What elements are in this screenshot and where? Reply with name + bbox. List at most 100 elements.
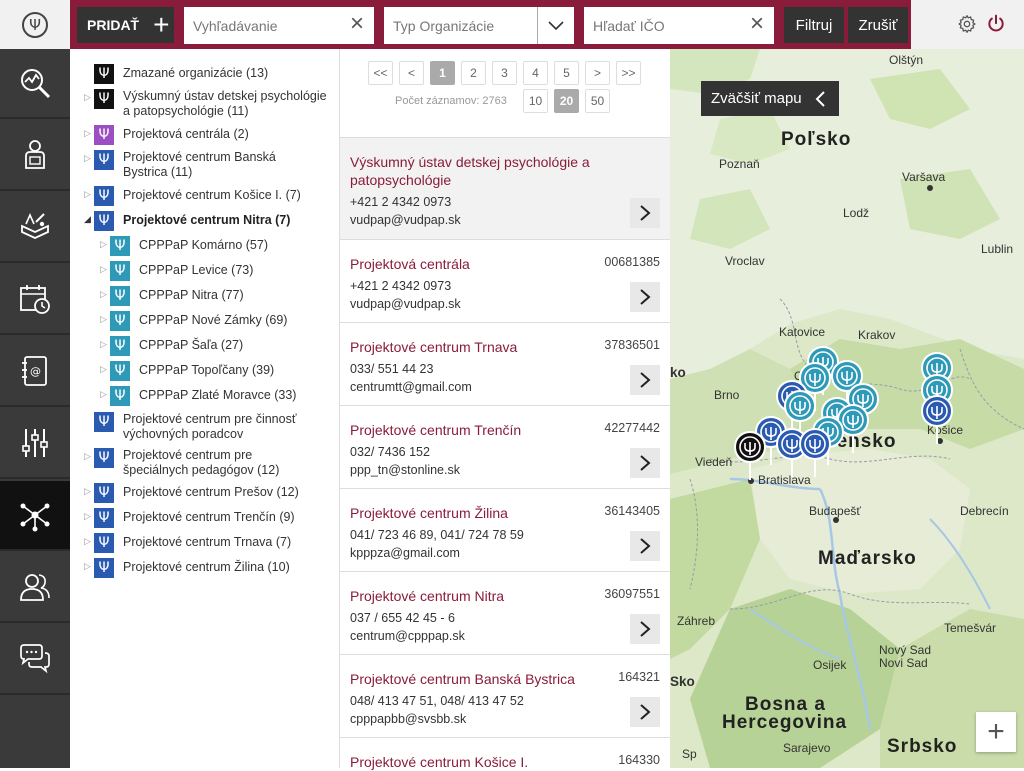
add-button[interactable]: PRIDAŤ + bbox=[77, 7, 174, 43]
expand-arrow-icon[interactable]: ▷ bbox=[84, 451, 94, 462]
nav-messages[interactable] bbox=[0, 625, 70, 695]
tree-item-sala[interactable]: ▷ Ψ CPPPaP Šaľa (27) bbox=[100, 336, 243, 356]
tree-item-trencin[interactable]: ▷ Ψ Projektové centrum Trenčín (9) bbox=[84, 508, 295, 528]
chevron-right-icon[interactable] bbox=[630, 697, 660, 727]
record-title[interactable]: Projektové centrum Nitra bbox=[350, 587, 504, 605]
first-page-button[interactable]: << bbox=[368, 61, 393, 85]
clear-search-icon[interactable]: × bbox=[350, 12, 364, 36]
nav-calendar[interactable] bbox=[0, 265, 70, 335]
list-item[interactable]: Projektové centrum Trenčín 42277442 032/… bbox=[340, 405, 670, 488]
prev-page-button[interactable]: < bbox=[399, 61, 424, 85]
list-item[interactable]: Projektová centrála 00681385 +421 2 4342… bbox=[340, 239, 670, 322]
tree-item-kosice[interactable]: ▷ Ψ Projektové centrum Košice I. (7) bbox=[84, 186, 301, 206]
record-title[interactable]: Projektové centrum Trnava bbox=[350, 338, 517, 356]
nav-profile[interactable] bbox=[0, 121, 70, 191]
next-page-button[interactable]: > bbox=[585, 61, 610, 85]
calendar-clock-icon bbox=[20, 285, 50, 314]
tree-item-presov[interactable]: ▷ Ψ Projektové centrum Prešov (12) bbox=[84, 483, 299, 503]
tree-item-banska-bystrica[interactable]: ▷ Ψ Projektové centrum Banská Bystrica (… bbox=[84, 150, 313, 180]
nav-books[interactable] bbox=[0, 193, 70, 263]
tree-item-trnava[interactable]: ▷ Ψ Projektové centrum Trnava (7) bbox=[84, 533, 291, 553]
map-marker[interactable] bbox=[799, 428, 831, 478]
record-ico: 42277442 bbox=[604, 421, 660, 435]
tree-item-vychovni-poradcovia[interactable]: Ψ Projektové centrum pre činnosť výchovn… bbox=[84, 412, 323, 442]
list-item[interactable]: Projektové centrum Žilina 36143405 041/ … bbox=[340, 488, 670, 571]
page-button-4[interactable]: 4 bbox=[523, 61, 548, 85]
map-marker[interactable] bbox=[921, 395, 953, 445]
tree-item-nitra[interactable]: ◢ Ψ Projektové centrum Nitra (7) bbox=[84, 211, 290, 231]
record-title[interactable]: Projektová centrála bbox=[350, 255, 470, 273]
nav-contacts[interactable]: @ bbox=[0, 337, 70, 407]
expand-arrow-icon[interactable]: ▷ bbox=[100, 314, 110, 325]
list-item[interactable]: Projektové centrum Košice I. 164330 bbox=[340, 737, 670, 771]
expand-arrow-icon[interactable]: ▷ bbox=[100, 239, 110, 250]
tree-item-specialni-pedagogovia[interactable]: ▷ Ψ Projektové centrum pre špeciálnych p… bbox=[84, 448, 313, 478]
nav-users[interactable] bbox=[0, 553, 70, 623]
record-title[interactable]: Výskumný ústav detskej psychológie a pat… bbox=[350, 153, 610, 189]
list-item[interactable]: Projektové centrum Nitra 36097551 037 / … bbox=[340, 571, 670, 654]
organization-type-select[interactable]: Typ Organizácie bbox=[384, 7, 574, 44]
expand-arrow-icon[interactable]: ▷ bbox=[84, 128, 94, 139]
expand-arrow-icon[interactable]: ▷ bbox=[84, 189, 94, 200]
expand-arrow-icon[interactable]: ▷ bbox=[84, 153, 94, 164]
page-button-3[interactable]: 3 bbox=[492, 61, 517, 85]
map-marker[interactable] bbox=[734, 431, 766, 481]
tree-item-levice[interactable]: ▷ Ψ CPPPaP Levice (73) bbox=[100, 261, 253, 281]
last-page-button[interactable]: >> bbox=[616, 61, 641, 85]
chevron-right-icon[interactable] bbox=[630, 614, 660, 644]
filter-button[interactable]: Filtruj bbox=[784, 7, 844, 43]
record-title[interactable]: Projektové centrum Košice I. bbox=[350, 753, 528, 771]
app-logo[interactable]: Ψ bbox=[0, 0, 70, 49]
collapse-arrow-icon[interactable]: ◢ bbox=[84, 214, 94, 225]
expand-arrow-icon[interactable]: ▷ bbox=[84, 561, 94, 572]
tree-item-zilina[interactable]: ▷ Ψ Projektové centrum Žilina (10) bbox=[84, 558, 290, 578]
chevron-right-icon[interactable] bbox=[630, 198, 660, 228]
tree-item-topolcany[interactable]: ▷ Ψ CPPPaP Topoľčany (39) bbox=[100, 361, 274, 381]
cancel-button[interactable]: Zrušiť bbox=[848, 7, 908, 43]
page-size-20[interactable]: 20 bbox=[554, 89, 579, 113]
page-button-5[interactable]: 5 bbox=[554, 61, 579, 85]
expand-arrow-icon[interactable]: ▷ bbox=[84, 486, 94, 497]
tree-item-centrala[interactable]: ▷ Ψ Projektová centrála (2) bbox=[84, 125, 249, 145]
list-item[interactable]: Projektové centrum Banská Bystrica 16432… bbox=[340, 654, 670, 737]
page-button-1[interactable]: 1 bbox=[430, 61, 455, 85]
record-title[interactable]: Projektové centrum Trenčín bbox=[350, 421, 521, 439]
chevron-right-icon[interactable] bbox=[630, 448, 660, 478]
list-item[interactable]: Projektové centrum Trnava 37836501 033/ … bbox=[340, 322, 670, 405]
search-input[interactable]: Vyhľadávanie × bbox=[184, 7, 374, 44]
expand-arrow-icon[interactable]: ▷ bbox=[84, 511, 94, 522]
tree-item-zlate-moravce[interactable]: ▷ Ψ CPPPaP Zlaté Moravce (33) bbox=[100, 386, 296, 406]
chevron-right-icon[interactable] bbox=[630, 531, 660, 561]
expand-arrow-icon[interactable]: ▷ bbox=[100, 264, 110, 275]
tree-item-deleted[interactable]: Ψ Zmazané organizácie (13) bbox=[84, 64, 268, 84]
ico-search-input[interactable]: Hľadať IČO × bbox=[584, 7, 774, 44]
expand-arrow-icon[interactable]: ▷ bbox=[100, 289, 110, 300]
tree-item-vudpap[interactable]: ▷ Ψ Výskumný ústav detskej psychológie a… bbox=[84, 89, 333, 119]
tree-item-komarno[interactable]: ▷ Ψ CPPPaP Komárno (57) bbox=[100, 236, 268, 256]
chevron-right-icon[interactable] bbox=[630, 365, 660, 395]
expand-arrow-icon[interactable]: ▷ bbox=[100, 339, 110, 350]
tree-item-nove-zamky[interactable]: ▷ Ψ CPPPaP Nové Zámky (69) bbox=[100, 311, 287, 331]
expand-arrow-icon[interactable]: ▷ bbox=[100, 364, 110, 375]
record-title[interactable]: Projektové centrum Žilina bbox=[350, 504, 508, 522]
expand-arrow-icon[interactable]: ▷ bbox=[100, 389, 110, 400]
chevron-down-icon[interactable] bbox=[537, 7, 574, 44]
gear-icon[interactable] bbox=[957, 14, 977, 34]
power-icon[interactable] bbox=[986, 14, 1006, 34]
page-button-2[interactable]: 2 bbox=[461, 61, 486, 85]
expand-arrow-icon[interactable]: ▷ bbox=[84, 536, 94, 547]
enlarge-map-button[interactable]: Zväčšiť mapu bbox=[701, 81, 839, 116]
map[interactable]: Olštýn Poľsko Poznaň Varšava Lodž Vrocla… bbox=[670, 49, 1024, 768]
page-size-50[interactable]: 50 bbox=[585, 89, 610, 113]
list-item[interactable]: Výskumný ústav detskej psychológie a pat… bbox=[340, 137, 670, 239]
nav-organizations[interactable] bbox=[0, 481, 70, 551]
record-title[interactable]: Projektové centrum Banská Bystrica bbox=[350, 670, 575, 688]
zoom-in-button[interactable]: + bbox=[976, 712, 1016, 752]
page-size-10[interactable]: 10 bbox=[523, 89, 548, 113]
nav-settings[interactable] bbox=[0, 409, 70, 479]
expand-arrow-icon[interactable]: ▷ bbox=[84, 92, 94, 103]
tree-item-cpppap-nitra[interactable]: ▷ Ψ CPPPaP Nitra (77) bbox=[100, 286, 244, 306]
clear-ico-icon[interactable]: × bbox=[750, 12, 764, 36]
chevron-right-icon[interactable] bbox=[630, 282, 660, 312]
nav-analytics[interactable] bbox=[0, 49, 70, 119]
